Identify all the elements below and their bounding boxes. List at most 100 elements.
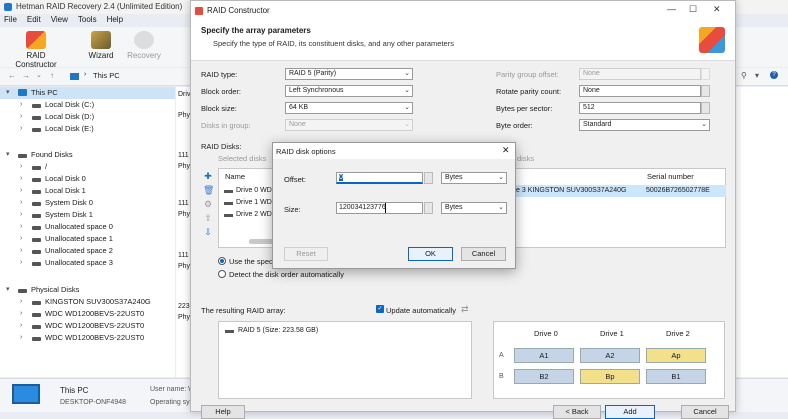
size-input[interactable]: 120034123776 xyxy=(336,202,423,214)
chevron-right-icon[interactable]: › xyxy=(20,173,22,185)
parity-offset-input[interactable]: None xyxy=(579,68,701,80)
radio-specific-order[interactable] xyxy=(218,257,226,265)
menu-edit[interactable]: Edit xyxy=(27,15,41,24)
offset-unit-select[interactable]: Bytes ⌄ xyxy=(441,172,507,184)
tree-physical-disks[interactable]: ▾ Physical Disks xyxy=(0,284,175,296)
chevron-right-icon[interactable]: › xyxy=(20,308,22,320)
byte-order-select[interactable]: Standard ⌄ xyxy=(579,119,710,131)
help-icon[interactable]: ? xyxy=(770,71,778,79)
offset-input[interactable]: 0 xyxy=(336,172,423,184)
drive-icon xyxy=(32,313,41,317)
chevron-right-icon[interactable]: › xyxy=(20,209,22,221)
up-arrow-icon[interactable]: ⇧ xyxy=(203,213,213,223)
back-button[interactable]: < Back xyxy=(553,405,601,419)
chevron-right-icon[interactable]: › xyxy=(20,320,22,332)
tree-found-item[interactable]: › Unallocated space 3 xyxy=(0,257,175,269)
delete-icon[interactable]: 🗑 xyxy=(203,185,214,195)
menu-file[interactable]: File xyxy=(4,15,17,24)
chevron-right-icon[interactable]: › xyxy=(20,99,22,111)
view-icon[interactable]: ▾ xyxy=(755,71,759,80)
block-size-select[interactable]: 64 KB ⌄ xyxy=(285,102,413,114)
content-fragment: 111 xyxy=(178,252,189,259)
size-spinner[interactable] xyxy=(424,202,433,214)
chevron-right-icon[interactable]: › xyxy=(20,245,22,257)
maximize-icon[interactable]: ☐ xyxy=(689,4,697,15)
parity-offset-spinner[interactable] xyxy=(701,68,710,80)
tree-found-item[interactable]: › System Disk 1 xyxy=(0,209,175,221)
block-order-select[interactable]: Left Synchronous ⌄ xyxy=(285,85,413,97)
down-arrow-icon[interactable]: ⇩ xyxy=(203,227,213,237)
chevron-right-icon[interactable]: › xyxy=(20,185,22,197)
tree-found-item[interactable]: › Unallocated space 0 xyxy=(0,221,175,233)
dialog-titlebar: RAID disk options ✕ xyxy=(273,143,515,159)
chevron-right-icon[interactable]: › xyxy=(20,161,22,173)
tree-local-disk-d[interactable]: › Local Disk (D:) xyxy=(0,111,175,123)
tree-label: WDC WD1200BEVS-22UST0 xyxy=(45,333,145,342)
rotate-parity-input[interactable]: None xyxy=(579,85,701,97)
chevron-right-icon[interactable]: › xyxy=(20,197,22,209)
tree-found-disks[interactable]: ▾ Found Disks xyxy=(0,149,175,161)
chevron-right-icon[interactable]: › xyxy=(20,221,22,233)
reset-button[interactable]: Reset xyxy=(284,247,328,261)
disks-in-group-select[interactable]: None ⌄ xyxy=(285,119,413,131)
chevron-down-icon[interactable]: ▾ xyxy=(6,284,10,296)
tree-found-item[interactable]: › Unallocated space 2 xyxy=(0,245,175,257)
help-button[interactable]: Help xyxy=(201,405,245,419)
chevron-right-icon[interactable]: › xyxy=(20,233,22,245)
forward-arrow-icon[interactable]: → xyxy=(22,71,30,80)
breadcrumb[interactable]: This PC xyxy=(93,71,120,80)
add-icon[interactable]: ✚ xyxy=(203,171,213,181)
close-icon[interactable]: ✕ xyxy=(502,145,510,156)
menu-help[interactable]: Help xyxy=(107,15,123,24)
settings-icon[interactable]: ⚙ xyxy=(203,199,213,209)
add-button[interactable]: Add xyxy=(605,405,655,419)
tree-found-item[interactable]: › Unallocated space 1 xyxy=(0,233,175,245)
refresh-icon[interactable]: ⇄ xyxy=(461,304,469,315)
chevron-right-icon[interactable]: › xyxy=(20,296,22,308)
ok-button[interactable]: OK xyxy=(408,247,453,261)
tree-physical-item[interactable]: › WDC WD1200BEVS-22UST0 xyxy=(0,308,175,320)
bytes-per-sector-spinner[interactable] xyxy=(701,102,710,114)
tree-local-disk-e[interactable]: › Local Disk (E:) xyxy=(0,123,175,135)
menu-tools[interactable]: Tools xyxy=(78,15,97,24)
tree-found-item[interactable]: › / xyxy=(0,161,175,173)
tree-this-pc[interactable]: ▾ This PC xyxy=(0,87,175,99)
chevron-right-icon[interactable]: › xyxy=(20,123,22,135)
column-header-serial[interactable]: Serial number xyxy=(647,172,694,181)
menu-view[interactable]: View xyxy=(51,15,68,24)
raid-constructor-button[interactable]: RAID Constructor xyxy=(6,31,66,69)
raid-type-select[interactable]: RAID 5 (Parity) ⌄ xyxy=(285,68,413,80)
wizard-button[interactable]: Wizard xyxy=(86,31,116,60)
close-icon[interactable]: ✕ xyxy=(713,4,721,15)
column-header-name[interactable]: Name xyxy=(225,172,245,181)
tree-physical-item[interactable]: › KINGSTON SUV300S37A240G xyxy=(0,296,175,308)
size-unit-select[interactable]: Bytes ⌄ xyxy=(441,202,507,214)
table-row[interactable]: ive 3 KINGSTON SUV300S37A240G 50026B7265… xyxy=(509,185,726,197)
chevron-down-icon[interactable]: ⌄ xyxy=(36,71,42,79)
tree-found-item[interactable]: › Local Disk 1 xyxy=(0,185,175,197)
chevron-right-icon[interactable]: › xyxy=(20,111,22,123)
tree-physical-item[interactable]: › WDC WD1200BEVS-22UST0 xyxy=(0,332,175,344)
chevron-down-icon[interactable]: ▾ xyxy=(6,87,10,99)
offset-spinner[interactable] xyxy=(424,172,433,184)
rotate-parity-spinner[interactable] xyxy=(701,85,710,97)
bytes-per-sector-input[interactable]: 512 xyxy=(579,102,701,114)
update-auto-checkbox[interactable]: ✓ xyxy=(376,305,384,313)
chevron-down-icon[interactable]: ▾ xyxy=(6,149,10,161)
up-arrow-icon[interactable]: ↑ xyxy=(50,71,54,80)
tree-local-disk-c[interactable]: › Local Disk (C:) xyxy=(0,99,175,111)
filter-icon[interactable]: ⚲ xyxy=(741,71,747,80)
back-arrow-icon[interactable]: ← xyxy=(8,71,16,80)
tree-physical-item[interactable]: › WDC WD1200BEVS-22UST0 xyxy=(0,320,175,332)
tree-found-item[interactable]: › Local Disk 0 xyxy=(0,173,175,185)
chevron-right-icon[interactable]: › xyxy=(20,332,22,344)
tree-label: WDC WD1200BEVS-22UST0 xyxy=(45,321,145,330)
radio-detect-order[interactable] xyxy=(218,270,226,278)
chevron-right-icon[interactable]: › xyxy=(20,257,22,269)
recovery-button[interactable]: Recovery xyxy=(126,31,162,60)
cancel-button[interactable]: Cancel xyxy=(681,405,729,419)
tree-found-item[interactable]: › System Disk 0 xyxy=(0,197,175,209)
cancel-button[interactable]: Cancel xyxy=(461,247,506,261)
list-item[interactable]: RAID 5 (Size: 223.58 GB) xyxy=(220,325,470,337)
minimize-icon[interactable]: — xyxy=(667,4,676,14)
